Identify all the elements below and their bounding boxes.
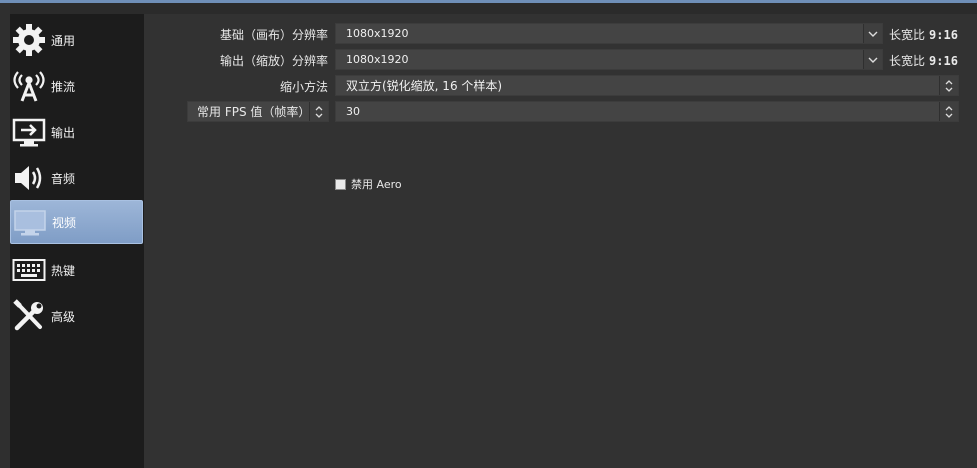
sidebar-item-label: 热键: [51, 263, 76, 278]
disable-aero-option[interactable]: 禁用 Aero: [335, 176, 402, 192]
disable-aero-checkbox[interactable]: [335, 178, 346, 190]
output-resolution-label: 输出（缩放）分辨率: [219, 54, 328, 68]
window-left-edge: [0, 3, 10, 468]
updown-arrows-icon[interactable]: [939, 102, 958, 121]
downscale-filter-label: 缩小方法: [279, 80, 328, 94]
tools-icon: [11, 298, 47, 334]
sidebar-item-output[interactable]: 输出: [10, 110, 143, 154]
sidebar-item-label: 输出: [51, 125, 76, 140]
base-resolution-value: 1080x1920: [346, 27, 409, 40]
aspect-ratio-label: 长宽比: [889, 54, 926, 68]
downscale-filter-select[interactable]: 双立方(锐化缩放, 16 个样本): [335, 75, 959, 96]
speaker-icon: [11, 160, 47, 196]
aspect-ratio-value: 9:16: [929, 28, 958, 42]
base-resolution-combobox[interactable]: 1080x1920: [335, 23, 883, 44]
sidebar-item-hotkeys[interactable]: 热键: [10, 248, 143, 292]
fps-value-select[interactable]: 30: [335, 101, 959, 122]
updown-arrows-icon[interactable]: [939, 76, 958, 95]
chevron-down-icon[interactable]: [863, 50, 882, 69]
sidebar-item-video[interactable]: 视频: [10, 200, 143, 244]
aspect-ratio-label: 长宽比: [889, 28, 926, 42]
broadcast-icon: [11, 68, 47, 104]
fps-type-value: 常用 FPS 值（帧率）: [197, 105, 311, 119]
sidebar-item-label: 视频: [52, 215, 77, 230]
sidebar-item-label: 音频: [51, 171, 76, 186]
sidebar-item-audio[interactable]: 音频: [10, 156, 143, 200]
output-aspect-ratio: 长宽比 9:16: [889, 52, 958, 69]
sidebar-item-advanced[interactable]: 高级: [10, 294, 143, 338]
output-icon: [11, 114, 47, 150]
base-resolution-label: 基础（画布）分辨率: [219, 28, 328, 42]
base-aspect-ratio: 长宽比 9:16: [889, 26, 958, 43]
window-top-border: [0, 0, 977, 3]
gear-icon: [11, 22, 47, 58]
output-resolution-combobox[interactable]: 1080x1920: [335, 49, 883, 70]
keyboard-icon: [11, 252, 47, 288]
output-resolution-value: 1080x1920: [346, 53, 409, 66]
fps-type-select[interactable]: 常用 FPS 值（帧率）: [187, 101, 329, 122]
sidebar-item-label: 高级: [51, 309, 76, 324]
chevron-down-icon[interactable]: [863, 24, 882, 43]
fps-value: 30: [346, 105, 360, 118]
downscale-filter-value: 双立方(锐化缩放, 16 个样本): [346, 79, 503, 93]
disable-aero-label: 禁用 Aero: [351, 178, 402, 191]
sidebar-item-label: 推流: [51, 79, 76, 94]
monitor-icon: [12, 204, 48, 240]
sidebar-item-general[interactable]: 通用: [10, 18, 143, 62]
sidebar-item-stream[interactable]: 推流: [10, 64, 143, 108]
updown-arrows-icon[interactable]: [309, 102, 328, 121]
settings-sidebar: 通用 推流 输出 音频 视频 热键 高级: [10, 14, 144, 468]
sidebar-item-label: 通用: [51, 33, 76, 48]
aspect-ratio-value: 9:16: [929, 54, 958, 68]
